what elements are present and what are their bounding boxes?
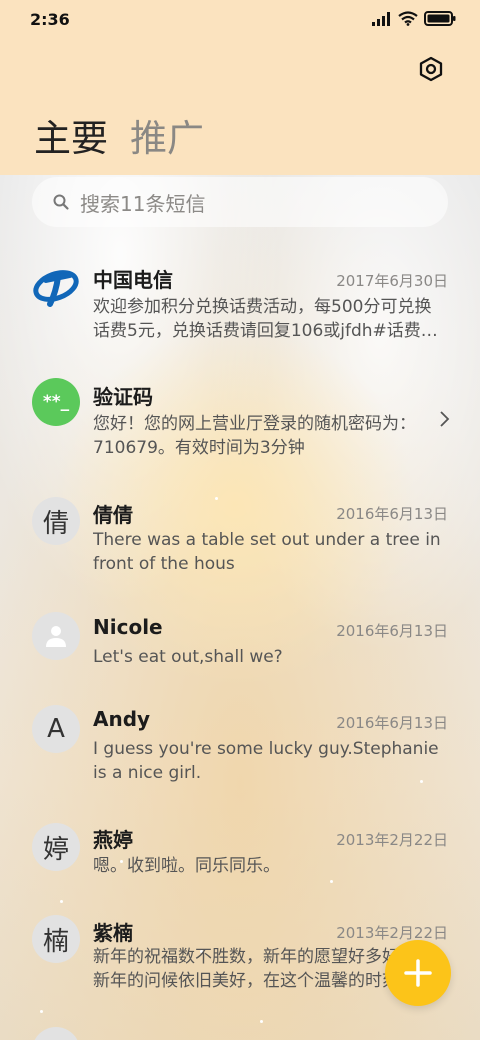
avatar-label: 倩 xyxy=(42,508,69,539)
search-icon xyxy=(53,194,69,210)
preview-line: front of the hous xyxy=(93,554,235,574)
settings-button[interactable] xyxy=(418,56,444,82)
avatar xyxy=(32,1027,80,1040)
contact-name: 中国电信 xyxy=(93,268,173,292)
new-message-button[interactable] xyxy=(385,940,451,1006)
message-preview: I guess you're some lucky guy.Stephanie … xyxy=(93,737,448,785)
list-item[interactable]: 婷 燕婷 2013年2月22日 嗯。收到啦。同乐同乐。 xyxy=(0,818,480,913)
list-item[interactable]: 倩 倩倩 2016年6月13日 There was a table set ou… xyxy=(0,485,480,595)
preview-line: 嗯。收到啦。同乐同乐。 xyxy=(93,856,280,876)
wifi-icon xyxy=(398,11,418,26)
avatar: A xyxy=(32,705,80,753)
header: 2:36 主要 推广 xyxy=(0,0,480,175)
message-date: 2013年2月22日 xyxy=(336,831,448,849)
message-date: 2016年6月13日 xyxy=(336,714,448,732)
contact-name: Andy xyxy=(93,707,151,731)
preview-line: There was a table set out under a tree i… xyxy=(93,530,441,550)
settings-hexagon-icon xyxy=(419,56,443,82)
contact-name: 验证码 xyxy=(93,385,153,409)
signal-icon xyxy=(372,11,390,26)
preview-line: I guess you're some lucky guy.Stephanie xyxy=(93,739,439,759)
preview-line: 欢迎参加积分兑换话费活动，每500分可兑换 xyxy=(93,297,432,317)
avatar-label: **_ xyxy=(42,392,70,412)
status-time: 2:36 xyxy=(30,10,70,29)
list-item[interactable] xyxy=(0,1025,480,1040)
message-preview: Let's eat out,shall we? xyxy=(93,645,448,669)
contact-name: 紫楠 xyxy=(93,921,133,945)
list-item[interactable]: Nicole 2016年6月13日 Let's eat out,shall we… xyxy=(0,605,480,700)
list-item[interactable]: A Andy 2016年6月13日 I guess you're some lu… xyxy=(0,700,480,815)
china-telecom-logo-icon xyxy=(33,270,79,307)
avatar-label: 楠 xyxy=(42,926,69,957)
avatar xyxy=(32,612,80,660)
avatar: **_ xyxy=(32,378,80,426)
chevron-right-icon xyxy=(440,411,450,427)
tab-bar: 主要 推广 xyxy=(34,108,204,162)
avatar: 楠 xyxy=(32,915,80,963)
list-item[interactable]: 中国电信 2017年6月30日 欢迎参加积分兑换话费活动，每500分可兑换 话费… xyxy=(0,245,480,355)
plus-icon xyxy=(404,959,432,987)
message-preview: 您好！您的网上营业厅登录的随机密码为： 710679。有效时间为3分钟 xyxy=(93,412,438,460)
preview-line: 710679。有效时间为3分钟 xyxy=(93,438,305,458)
search-placeholder: 搜索11条短信 xyxy=(80,191,206,216)
battery-icon xyxy=(424,11,456,26)
message-date: 2013年2月22日 xyxy=(336,924,448,942)
preview-line: is a nice girl. xyxy=(93,763,202,783)
message-date: 2017年6月30日 xyxy=(336,272,448,290)
avatar-label: A xyxy=(47,714,65,744)
avatar: 倩 xyxy=(32,497,80,545)
avatar xyxy=(32,262,80,310)
avatar: 婷 xyxy=(32,823,80,871)
contact-name: 倩倩 xyxy=(93,503,133,527)
message-date: 2016年6月13日 xyxy=(336,622,448,640)
person-icon xyxy=(46,626,66,647)
message-preview: 欢迎参加积分兑换话费活动，每500分可兑换 话费5元，兑换话费请回复106或jf… xyxy=(93,295,448,343)
tab-promotions[interactable]: 推广 xyxy=(130,108,204,162)
tab-main[interactable]: 主要 xyxy=(34,108,108,162)
contact-name: Nicole xyxy=(93,615,163,639)
preview-line: Let's eat out,shall we? xyxy=(93,647,283,667)
preview-line: 话费5元，兑换话费请回复106或jfdh#话费… xyxy=(93,321,438,341)
avatar-label: 婷 xyxy=(42,834,69,865)
list-item[interactable]: **_ 验证码 您好！您的网上营业厅登录的随机密码为： 710679。有效时间为… xyxy=(0,362,480,472)
preview-line: 您好！您的网上营业厅登录的随机密码为： xyxy=(93,414,416,434)
message-date: 2016年6月13日 xyxy=(336,505,448,523)
message-preview: 嗯。收到啦。同乐同乐。 xyxy=(93,854,448,878)
status-icons xyxy=(372,11,456,26)
message-preview: There was a table set out under a tree i… xyxy=(93,528,448,576)
contact-name: 燕婷 xyxy=(93,828,133,852)
search-bar[interactable]: 搜索11条短信 xyxy=(32,177,448,227)
